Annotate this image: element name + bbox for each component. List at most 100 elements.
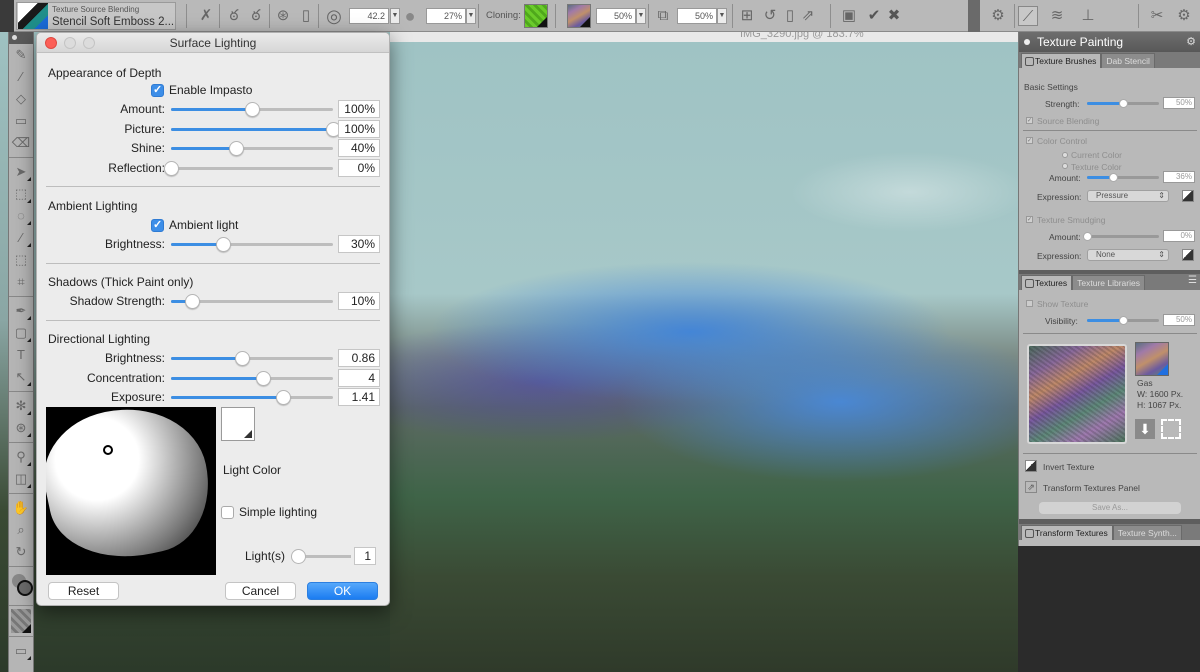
transform-textures-panel-label[interactable]: Transform Textures Panel — [1043, 483, 1140, 493]
slider-value-field[interactable]: 0% — [338, 158, 380, 177]
rubber-stamp-tool-icon[interactable]: ⊛ — [9, 417, 33, 439]
cloner-tool-icon[interactable]: ✻ — [9, 395, 33, 417]
transform-textures-icon[interactable]: ⇗ — [1025, 481, 1037, 493]
mirror-icon[interactable]: ▯ — [780, 6, 800, 26]
grabber-tool-icon[interactable]: ✋ — [9, 497, 33, 519]
strength-value-field[interactable]: 50% — [1163, 97, 1195, 109]
source-image-icon[interactable]: ⧉ — [653, 6, 673, 26]
slider-knob[interactable] — [228, 141, 244, 156]
invert-expression-icon[interactable] — [1182, 249, 1194, 261]
texture-opacity-field[interactable]: 50% — [596, 8, 636, 24]
slider-knob[interactable] — [215, 237, 231, 252]
show-texture-checkbox[interactable] — [1026, 300, 1033, 307]
simple-lighting-checkbox[interactable]: Simple lighting — [221, 505, 317, 519]
enable-impasto-checkbox[interactable]: Enable Impasto — [151, 83, 252, 97]
clone-color-swatch[interactable] — [524, 4, 548, 28]
texture-smudging-checkbox[interactable]: ✓ — [1026, 216, 1033, 223]
dropper-tool-icon[interactable]: ⁄ — [9, 66, 33, 88]
slider-value-field[interactable]: 40% — [338, 139, 380, 157]
gradient-tool-icon[interactable]: ▭ — [9, 110, 33, 132]
invert-texture-label[interactable]: Invert Texture — [1043, 462, 1094, 472]
textures-menu-icon[interactable]: ☰ — [1188, 275, 1197, 286]
minimize-button[interactable] — [64, 37, 76, 49]
smudge-expression-select[interactable]: None — [1087, 249, 1169, 261]
brush-tracking-icon[interactable]: ✗ — [196, 6, 216, 26]
cancel-icon[interactable]: ✖ — [884, 6, 904, 26]
panel-options-icon[interactable]: ⚙ — [1186, 32, 1196, 52]
color-control-checkbox[interactable]: ✓ — [1026, 137, 1033, 144]
tab-textures[interactable]: Textures — [1021, 275, 1073, 290]
mirror-tool-icon[interactable]: ⚲ — [9, 446, 33, 468]
texture-opacity-dropdown[interactable]: ▼ — [636, 8, 646, 24]
slider-value-field[interactable]: 4 — [338, 368, 380, 387]
preferences-icon[interactable]: ⚙ — [1174, 6, 1194, 26]
smudge-amount-value-field[interactable]: 0% — [1163, 230, 1195, 242]
slider-knob[interactable] — [164, 160, 179, 176]
text-tool-icon[interactable]: T — [9, 344, 33, 366]
strength-slider[interactable] — [1087, 99, 1159, 108]
brush-tool-icon[interactable]: ✎ — [9, 44, 33, 66]
rotate-page-tool-icon[interactable]: ↻ — [9, 541, 33, 563]
stamp-icon[interactable]: ⊥ — [1078, 6, 1098, 26]
layout-icon[interactable]: ⚙ — [988, 6, 1008, 26]
brush-size-icon[interactable]: ◎ — [324, 6, 344, 26]
lasso-tool-icon[interactable]: ◌ — [9, 205, 33, 227]
texture-thumbnail-selector[interactable] — [1135, 342, 1169, 376]
texture-preview[interactable] — [1027, 344, 1127, 444]
lights-value-field[interactable]: 1 — [354, 547, 376, 565]
magic-wand-tool-icon[interactable]: ⁄ — [9, 227, 33, 249]
texture-color-radio[interactable] — [1062, 163, 1068, 169]
tab-texture-synthesis[interactable]: Texture Synth... — [1112, 525, 1182, 540]
slider-track[interactable] — [171, 390, 333, 405]
texture-painting-icon[interactable]: ⟋ — [1018, 6, 1038, 26]
paper-selector[interactable] — [11, 609, 31, 633]
ok-button[interactable]: OK — [307, 582, 378, 600]
slider-value-field[interactable]: 100% — [338, 100, 380, 118]
texture-swatch[interactable] — [567, 4, 591, 28]
slider-knob[interactable] — [185, 294, 201, 309]
visibility-slider[interactable] — [1087, 316, 1159, 325]
maximize-button[interactable] — [83, 37, 95, 49]
smudge-amount-slider-knob[interactable] — [1083, 232, 1092, 241]
save-as-button[interactable]: Save As... — [1039, 502, 1181, 514]
slider-track[interactable] — [171, 237, 333, 252]
current-color-radio[interactable] — [1062, 152, 1068, 158]
slider-value-field[interactable]: 30% — [338, 235, 380, 253]
tab-texture-brushes[interactable]: Texture Brushes — [1021, 53, 1102, 68]
apply-texture-icon[interactable]: ⬇ — [1135, 419, 1155, 439]
shape-selection-tool-icon[interactable]: ↖ — [9, 366, 33, 388]
tab-dab-stencil[interactable]: Dab Stencil — [1101, 53, 1155, 68]
brush-size-dropdown[interactable]: ▼ — [390, 8, 400, 24]
tab-texture-libraries[interactable]: Texture Libraries — [1072, 275, 1145, 290]
slider-track[interactable] — [171, 294, 333, 309]
checkbox-unchecked-icon[interactable] — [221, 505, 234, 519]
toolbox-header[interactable] — [9, 32, 33, 44]
reset-icon[interactable]: ↺ — [760, 6, 780, 26]
opacity-icon[interactable]: ● — [400, 6, 420, 26]
brush-variant-selector[interactable]: Texture Source Blending Stencil Soft Emb… — [16, 2, 176, 30]
texture-brush-icon[interactable]: ≋ — [1047, 6, 1067, 26]
ambient-light-checkbox[interactable]: Ambient light — [151, 218, 238, 232]
slider-track[interactable] — [171, 141, 333, 156]
invert-expression-icon[interactable] — [1182, 190, 1194, 202]
brush-size-field[interactable]: 42.2 — [349, 8, 389, 24]
slider-value-field[interactable]: 0.86 — [338, 349, 380, 367]
shape-tool-icon[interactable]: ▢ — [9, 322, 33, 344]
visibility-slider-knob[interactable] — [1119, 316, 1128, 325]
layer-adjuster-tool-icon[interactable]: ➤ — [9, 161, 33, 183]
dialog-titlebar[interactable]: Surface Lighting — [37, 33, 389, 53]
slider-value-field[interactable]: 100% — [338, 119, 380, 138]
checkbox-checked-icon[interactable] — [151, 83, 164, 97]
slider-track[interactable] — [171, 121, 341, 137]
stroke-alt-icon[interactable]: ఠ — [246, 6, 266, 26]
layer-opacity-field[interactable]: 50% — [677, 8, 717, 24]
slider-track[interactable] — [171, 102, 333, 117]
lights-slider-knob[interactable] — [291, 549, 306, 564]
slider-track[interactable] — [164, 160, 333, 176]
crop-tool-icon[interactable]: ⌗ — [9, 271, 33, 293]
texture-painting-header[interactable]: Texture Painting ⚙ — [1019, 32, 1200, 52]
slider-value-field[interactable]: 10% — [338, 292, 380, 310]
close-button[interactable] — [45, 37, 57, 49]
visibility-value-field[interactable]: 50% — [1163, 314, 1195, 326]
slider-knob[interactable] — [235, 351, 251, 366]
